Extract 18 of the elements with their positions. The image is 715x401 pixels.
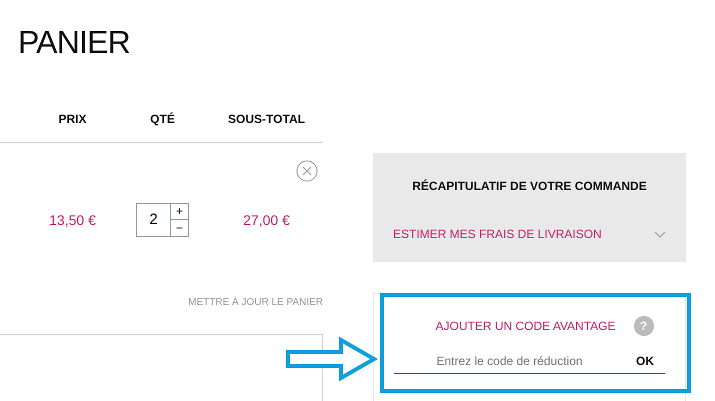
shipping-toggle[interactable]: ESTIMER MES FRAIS DE LIVRAISON: [393, 225, 666, 243]
increment-button[interactable]: +: [171, 204, 188, 220]
decrement-button[interactable]: −: [171, 220, 188, 236]
column-header: PRIX: [58, 111, 86, 128]
quantity-field[interactable]: 2: [137, 204, 171, 236]
column-header: SOUS-TOTAL: [228, 111, 305, 128]
chevron-icon: [654, 230, 666, 238]
apply-button[interactable]: OK: [625, 352, 665, 370]
coupon-code-field[interactable]: Entrez le code de réduction: [394, 352, 625, 370]
coupon-title: AJOUTER UN CODE AVANTAGE: [435, 318, 616, 335]
arrow-icon: [285, 337, 377, 381]
subtotal: 27,00 €: [243, 210, 290, 230]
remove-icon[interactable]: [296, 160, 318, 182]
unit-price: 13,50 €: [49, 210, 96, 230]
page-title: PANIER: [18, 26, 130, 58]
column-header: QTÉ: [150, 111, 175, 128]
summary-title: RÉCAPITULATIF DE VOTRE COMMANDE: [412, 178, 647, 195]
quantity-stepper[interactable]: 2 + −: [136, 203, 189, 237]
